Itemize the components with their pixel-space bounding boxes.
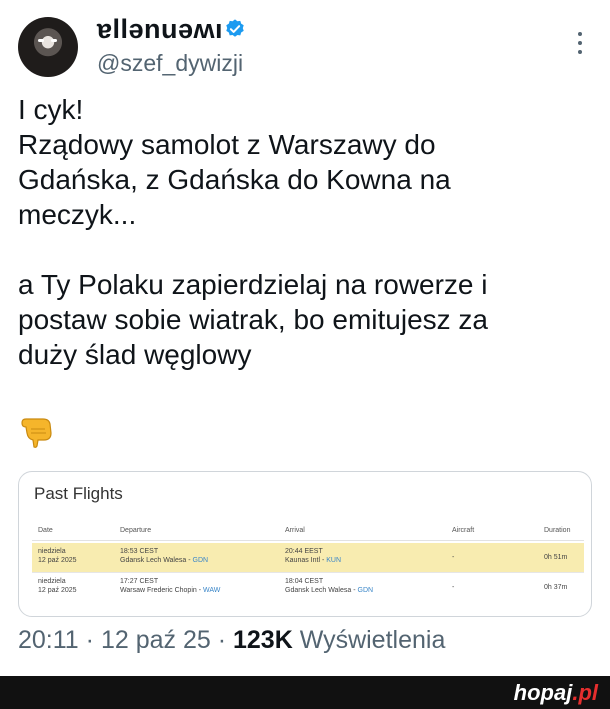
flights-table-header: Date Departure Arrival Aircraft Duration (32, 519, 584, 541)
more-options-icon[interactable] (570, 28, 590, 58)
tweet-text: I cyk! Rządowy samolot z Warszawy do Gda… (18, 92, 598, 372)
col-aircraft: Aircraft (452, 527, 475, 534)
row-date: niedziela 12 paź 2025 (38, 548, 77, 564)
avatar-eye-left (38, 39, 44, 42)
tweet-meta: 20:11 · 12 paź 25 · 123K Wyświetlenia (18, 626, 446, 654)
verified-badge-icon (226, 19, 244, 37)
col-departure: Departure (120, 527, 152, 534)
tweet-line: meczyk... (18, 199, 137, 230)
tweet-line: duży ślad węglowy (18, 339, 252, 370)
site-logo[interactable]: hopaj.pl (514, 680, 598, 706)
row-aircraft: - (452, 584, 455, 591)
tweet-time[interactable]: 20:11 (18, 626, 79, 654)
tweet-line: Gdańska, z Gdańska do Kowna na (18, 164, 451, 195)
tweet-line: I cyk! (18, 94, 84, 125)
row-arrival: 20:44 EEST Kaunas Intl - KUN (285, 548, 342, 564)
tweet-line: Rządowy samolot z Warszawy do (18, 129, 436, 160)
past-flights-card[interactable]: Past Flights Date Departure Arrival Airc… (18, 471, 592, 617)
views-label: Wyświetlenia (292, 626, 446, 654)
watermark-footer: hopaj.pl (0, 676, 610, 709)
table-row[interactable]: niedziela 12 paź 2025 18:53 CEST Gdansk Le… (32, 543, 584, 572)
tweet-line: a Ty Polaku zapierdzielaj na rowerze i (18, 269, 488, 300)
display-name[interactable]: ɐllǝnuǝʍı (97, 14, 223, 45)
past-flights-title: Past Flights (34, 484, 123, 503)
tweet-card: ɐllǝnuǝʍı @szef_dywizji I cyk! Rządowy s… (0, 0, 610, 676)
row-arrival: 18:04 CEST Gdansk Lech Walesa - GDN (285, 578, 374, 594)
avatar-eye-right (51, 39, 57, 42)
row-duration: 0h 51m (544, 554, 568, 561)
col-arrival: Arrival (285, 527, 305, 534)
row-aircraft: - (452, 554, 455, 561)
flights-table: Date Departure Arrival Aircraft Duration… (32, 519, 584, 603)
col-duration: Duration (544, 527, 571, 534)
row-departure: 18:53 CEST Gdansk Lech Walesa - GDN (120, 548, 209, 564)
tweet-line: postaw sobie wiatrak, bo emitujesz za (18, 304, 488, 335)
user-handle[interactable]: @szef_dywizji (97, 50, 243, 77)
tweet-date[interactable]: 12 paź 25 (101, 626, 211, 654)
table-row[interactable]: niedziela 12 paź 2025 17:27 CEST Warsaw Fr… (32, 572, 584, 601)
view-count: 123K (232, 626, 293, 654)
row-duration: 0h 37m (544, 584, 568, 591)
col-date: Date (38, 527, 53, 534)
row-departure: 17:27 CEST Warsaw Frederic Chopin - WAW (120, 578, 221, 594)
avatar[interactable] (18, 17, 78, 77)
point-down-left-emoji-icon (21, 418, 52, 448)
row-date: niedziela 12 paź 2025 (38, 578, 77, 594)
